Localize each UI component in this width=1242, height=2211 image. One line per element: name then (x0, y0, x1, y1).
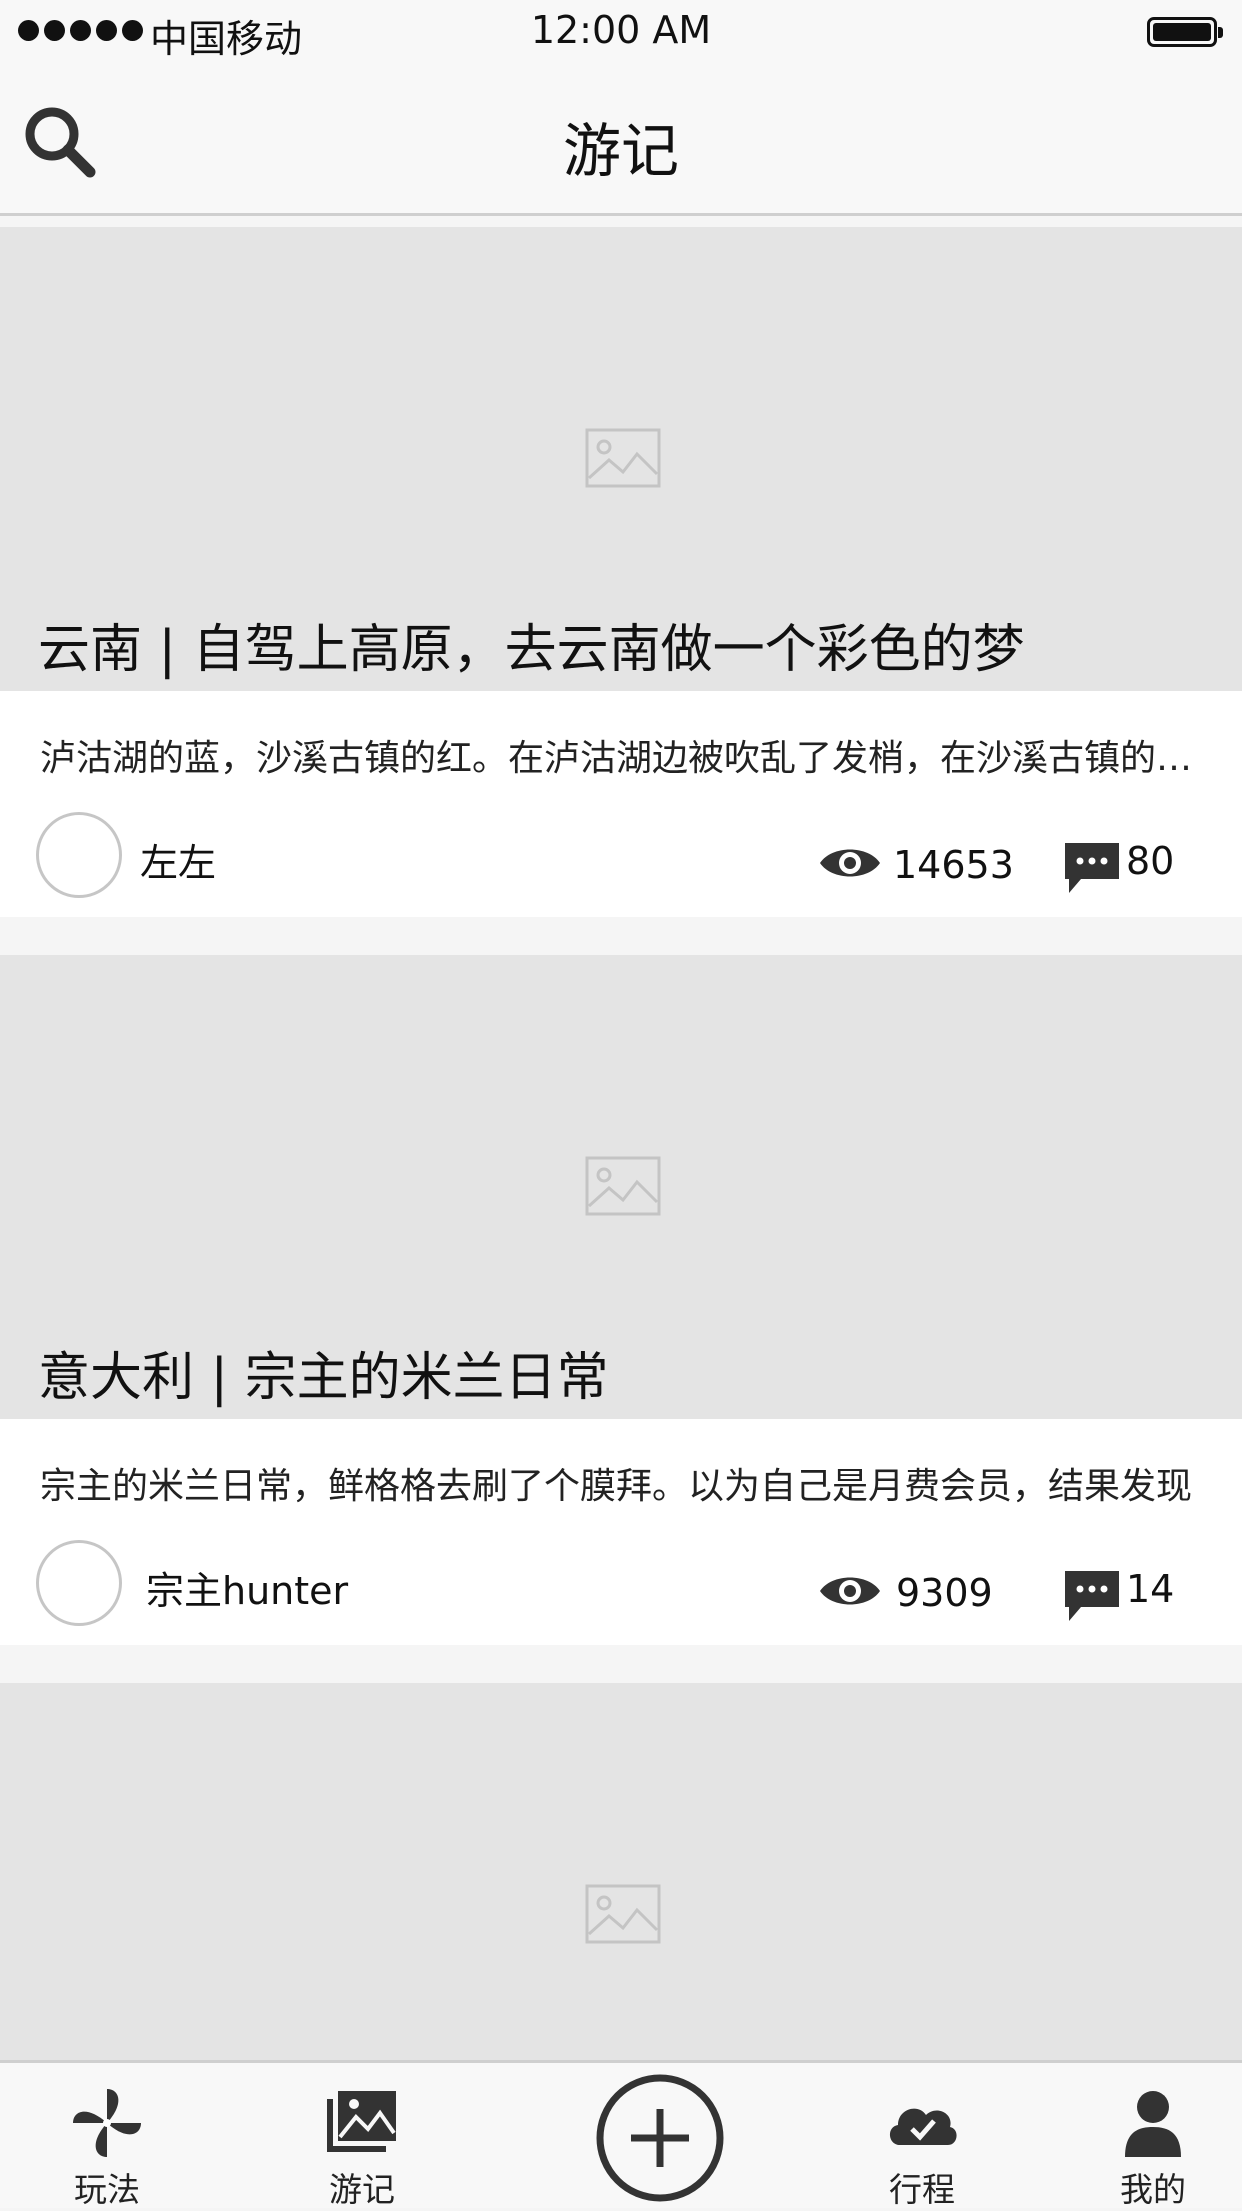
view-count: 9309 (896, 1571, 993, 1615)
eye-icon (820, 849, 880, 877)
page-title: 游记 (562, 117, 679, 185)
post-card[interactable]: 意大利 | 宗主的米兰日常 宗主的米兰日常，鲜格格去刷了个膜拜。以为自己是月费会… (0, 955, 1242, 1645)
tab-play[interactable]: 玩法 (27, 2063, 187, 2211)
navigation-bar: 游记 (0, 64, 1242, 216)
comment-icon[interactable] (1063, 1567, 1121, 1625)
post-excerpt: 泸沽湖的蓝，沙溪古镇的红。在泸沽湖边被吹乱了发梢，在沙溪古镇的红墙下 (40, 738, 1225, 779)
image-placeholder-icon (585, 1156, 661, 1216)
post-card[interactable]: 云南 | 自驾上高原，去云南做一个彩色的梦 泸沽湖的蓝，沙溪古镇的红。在泸沽湖边… (0, 227, 1242, 917)
battery-icon (1147, 17, 1223, 47)
author-avatar[interactable] (36, 1540, 122, 1626)
cloud-check-icon (889, 2108, 957, 2145)
comment-icon[interactable] (1063, 839, 1121, 897)
tab-me[interactable]: 我的 (1073, 2063, 1233, 2211)
post-cover-image[interactable] (0, 1683, 1242, 2063)
post-title[interactable]: 意大利 | 宗主的米兰日常 (38, 1335, 609, 1410)
bottom-tab-bar: 玩法 游记 行程 我的 (0, 2060, 1242, 2211)
eye-icon (820, 1577, 880, 1605)
post-card[interactable] (0, 1683, 1242, 2063)
tab-label: 玩法 (74, 2170, 140, 2209)
tab-travel-notes[interactable]: 游记 (282, 2063, 442, 2211)
tab-label: 行程 (889, 2170, 955, 2209)
status-time: 12:00 AM (530, 8, 712, 52)
author-avatar[interactable] (36, 812, 122, 898)
image-placeholder-icon (585, 1884, 661, 1944)
user-icon (1125, 2091, 1181, 2157)
pinwheel-icon (73, 2089, 141, 2157)
status-bar: 中国移动 12:00 AM (0, 0, 1242, 64)
tab-label: 游记 (329, 2170, 395, 2209)
tab-itinerary[interactable]: 行程 (842, 2063, 1002, 2211)
post-cover-image[interactable]: 意大利 | 宗主的米兰日常 (0, 955, 1242, 1419)
author-name[interactable]: 左左 (140, 832, 216, 887)
author-name[interactable]: 宗主hunter (146, 1560, 348, 1615)
comment-count: 14 (1126, 1567, 1175, 1611)
tab-label: 我的 (1120, 2170, 1186, 2209)
post-cover-image[interactable]: 云南 | 自驾上高原，去云南做一个彩色的梦 (0, 227, 1242, 691)
search-icon[interactable] (20, 102, 100, 182)
comment-count: 80 (1126, 839, 1175, 883)
view-count: 14653 (893, 843, 1014, 887)
image-placeholder-icon (585, 428, 661, 488)
post-excerpt: 宗主的米兰日常，鲜格格去刷了个膜拜。以为自己是月费会员，结果发现 (40, 1466, 1193, 1507)
add-circle-icon[interactable] (595, 2073, 725, 2203)
travel-notes-feed: 云南 | 自驾上高原，去云南做一个彩色的梦 泸沽湖的蓝，沙溪古镇的红。在泸沽湖边… (0, 227, 1242, 2101)
photo-album-icon (327, 2091, 396, 2152)
post-title[interactable]: 云南 | 自驾上高原，去云南做一个彩色的梦 (38, 607, 1025, 682)
